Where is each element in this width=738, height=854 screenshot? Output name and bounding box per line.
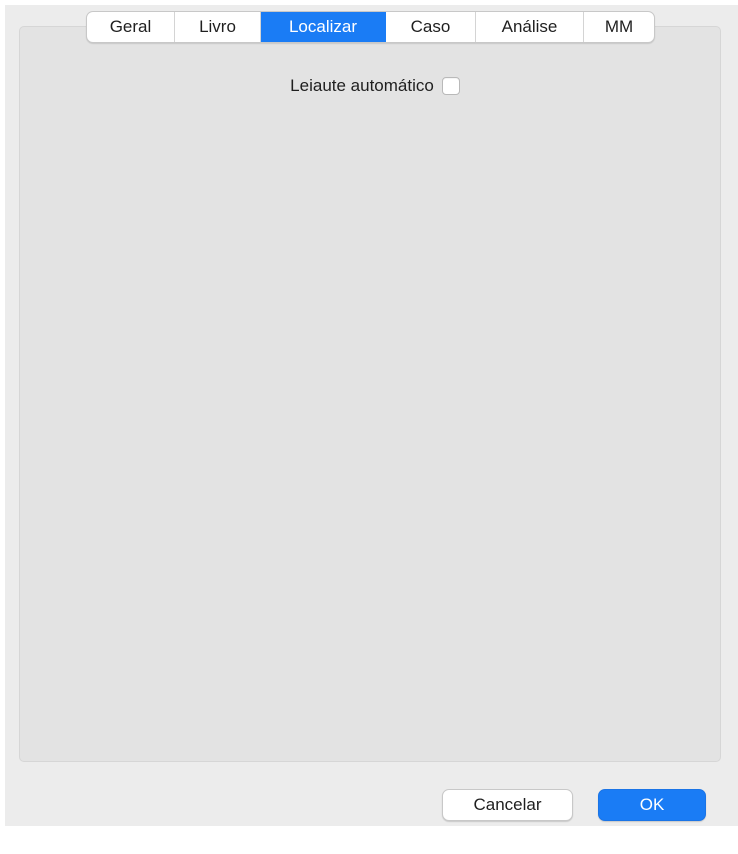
tab-caso[interactable]: Caso: [386, 12, 476, 42]
auto-layout-checkbox[interactable]: [441, 77, 460, 95]
auto-layout-option: Leiaute automático: [0, 76, 738, 96]
tab-analise[interactable]: Análise: [476, 12, 584, 42]
tab-geral[interactable]: Geral: [87, 12, 175, 42]
ok-button[interactable]: OK: [598, 789, 706, 821]
tab-bar: Geral Livro Localizar Caso Análise MM: [86, 11, 655, 43]
tab-mm[interactable]: MM: [584, 12, 654, 42]
cancel-button[interactable]: Cancelar: [442, 789, 573, 821]
tab-livro[interactable]: Livro: [175, 12, 261, 42]
tab-content-panel: [19, 26, 721, 762]
auto-layout-label: Leiaute automático: [290, 76, 434, 95]
tab-localizar[interactable]: Localizar: [261, 12, 386, 42]
